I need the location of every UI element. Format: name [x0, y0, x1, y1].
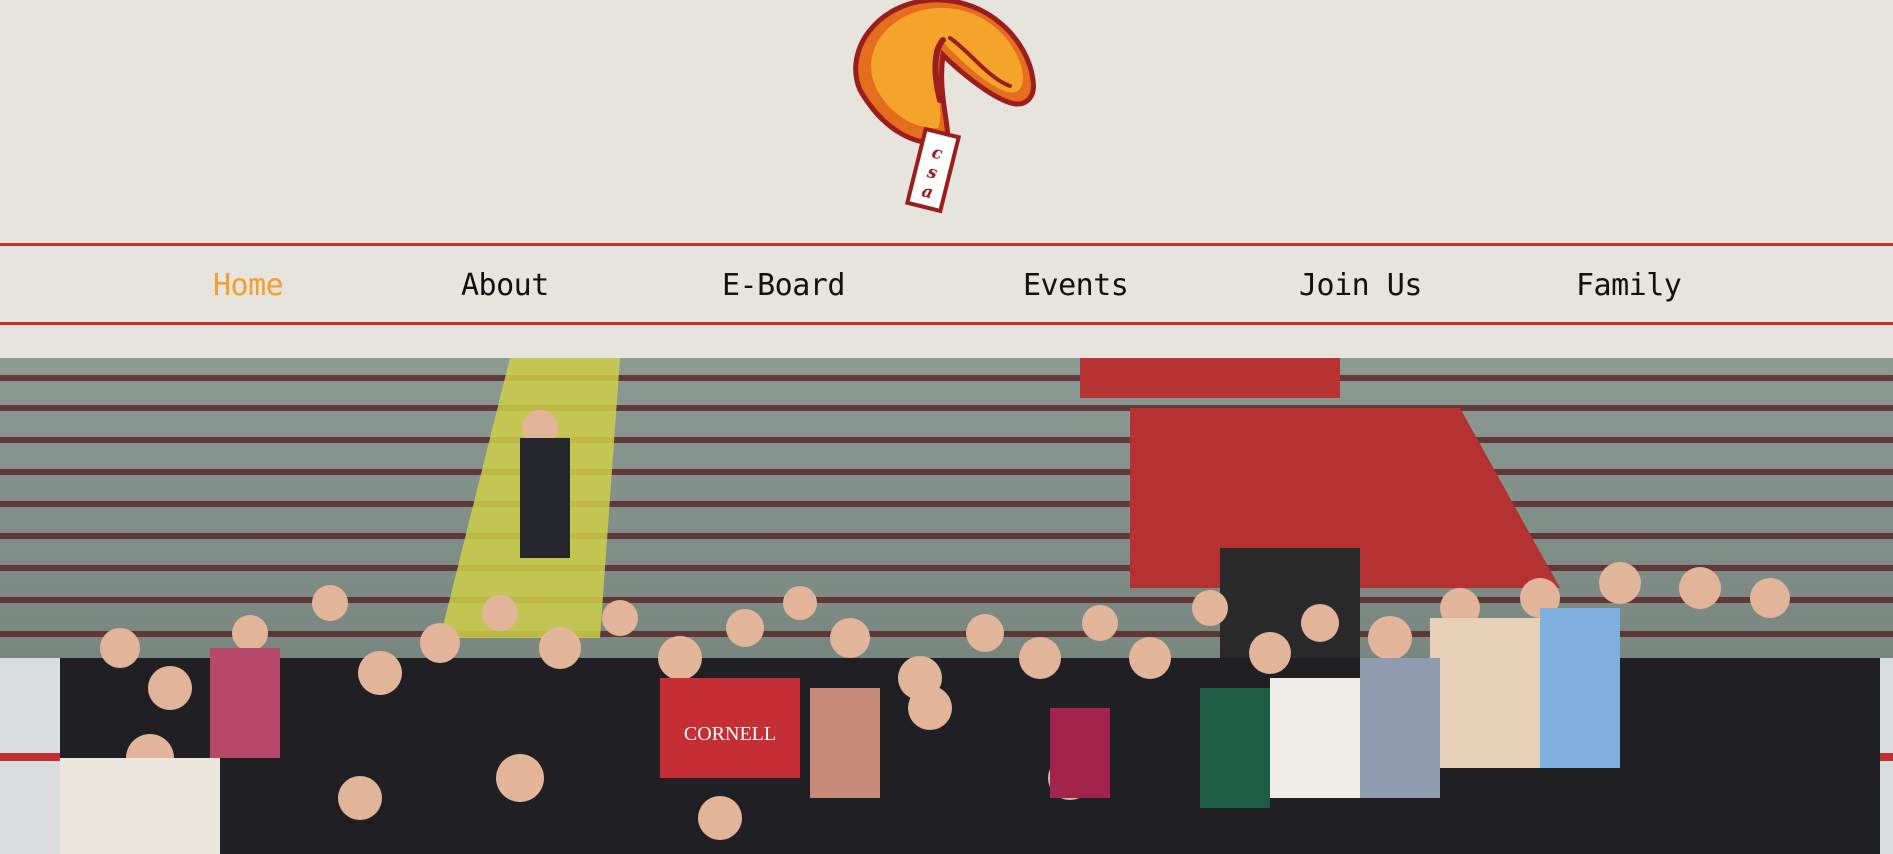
green-jacket	[1200, 688, 1270, 808]
fortune-cookie-icon: c s a	[853, 0, 1036, 214]
white-jacket	[1270, 678, 1360, 798]
page: c s a Home About E-Board Events Join Us …	[0, 0, 1893, 854]
red-banner	[1080, 358, 1340, 398]
gray-sweatshirt	[1360, 658, 1440, 798]
beige-hoodie	[1430, 618, 1540, 768]
sweater-text: CORNELL	[684, 723, 776, 745]
hero-photo-illustration: CORNELL	[0, 358, 1893, 854]
blue-hoodie	[1540, 608, 1620, 768]
magenta-top	[1050, 708, 1110, 798]
nav-events-link[interactable]: Events	[1023, 266, 1129, 306]
pink-jacket	[210, 648, 280, 758]
main-nav: Home About E-Board Events Join Us Family	[0, 243, 1893, 325]
site-logo[interactable]: c s a	[838, 0, 1058, 215]
nav-home-link[interactable]: Home	[213, 266, 284, 306]
hero-group-photo: CORNELL	[0, 358, 1893, 854]
nav-eboard-link[interactable]: E-Board	[722, 266, 845, 306]
nav-join-us-link[interactable]: Join Us	[1299, 266, 1422, 306]
nav-family-link[interactable]: Family	[1576, 266, 1682, 306]
nav-about-link[interactable]: About	[461, 266, 549, 306]
pink-dress	[810, 688, 880, 798]
cream-sweater	[60, 758, 220, 854]
standing-person	[520, 438, 570, 558]
